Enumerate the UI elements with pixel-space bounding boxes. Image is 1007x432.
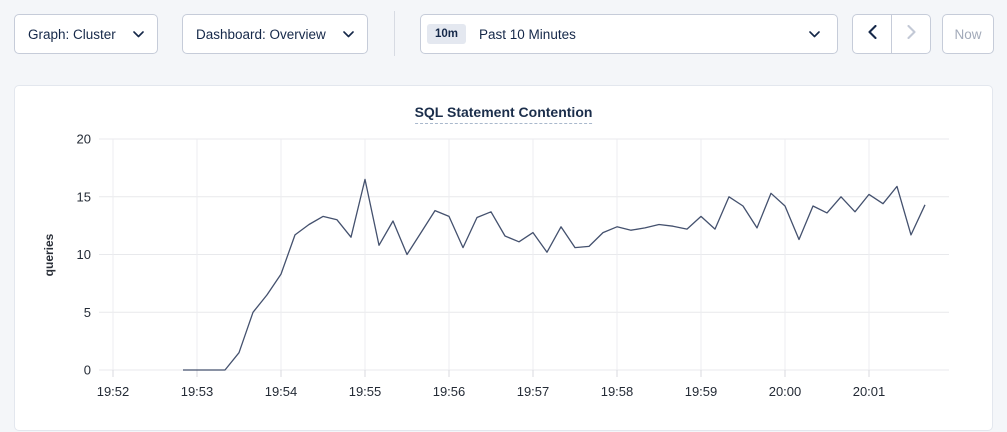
prev-time-button[interactable] [853,15,891,53]
chart-card: SQL Statement Contention 0 5 10 15 20 19:52 19… [14,85,993,431]
toolbar-divider [394,11,395,56]
y-tick-label: 20 [77,132,91,147]
chevron-left-icon [868,25,877,44]
y-tick-label: 10 [77,247,91,262]
x-tick-label: 19:57 [517,384,550,399]
chevron-right-icon [907,25,916,44]
contention-line [183,179,925,370]
chevron-down-icon [809,25,820,43]
x-tick-label: 19:53 [181,384,214,399]
dashboard-dropdown[interactable]: Dashboard: Overview [182,14,368,54]
now-button-label: Now [954,27,981,42]
y-axis-label: queries [42,233,56,276]
time-step-button-group [852,14,931,54]
now-button[interactable]: Now [942,14,994,54]
x-tick-label: 19:56 [433,384,466,399]
contention-chart[interactable]: 0 5 10 15 20 19:52 19:53 19:54 19:55 19:56 19:57 19… [15,124,994,424]
graph-dropdown[interactable]: Graph: Cluster [14,14,158,54]
chart-title[interactable]: SQL Statement Contention [415,104,593,124]
y-tick-label: 5 [84,305,91,320]
chevron-down-icon [133,25,144,43]
x-tick-label: 19:54 [265,384,298,399]
x-tick-label: 19:55 [349,384,382,399]
x-tick-label: 19:58 [601,384,634,399]
page-root: { "toolbar": { "graph_dropdown": { "labe… [0,0,1007,432]
x-tick-label: 19:59 [685,384,718,399]
dashboard-dropdown-label: Dashboard: Overview [196,27,326,42]
next-time-button[interactable] [891,15,930,53]
chevron-down-icon [343,25,354,43]
time-range-selector[interactable]: 10m Past 10 Minutes [420,14,838,54]
time-range-badge: 10m [427,24,466,44]
x-tick-label: 19:52 [97,384,130,399]
x-tick-label: 20:00 [769,384,802,399]
time-range-label: Past 10 Minutes [479,27,576,42]
y-tick-label: 0 [84,363,91,378]
graph-dropdown-label: Graph: Cluster [28,27,116,42]
x-tick-label: 20:01 [853,384,886,399]
y-tick-label: 15 [77,189,91,204]
